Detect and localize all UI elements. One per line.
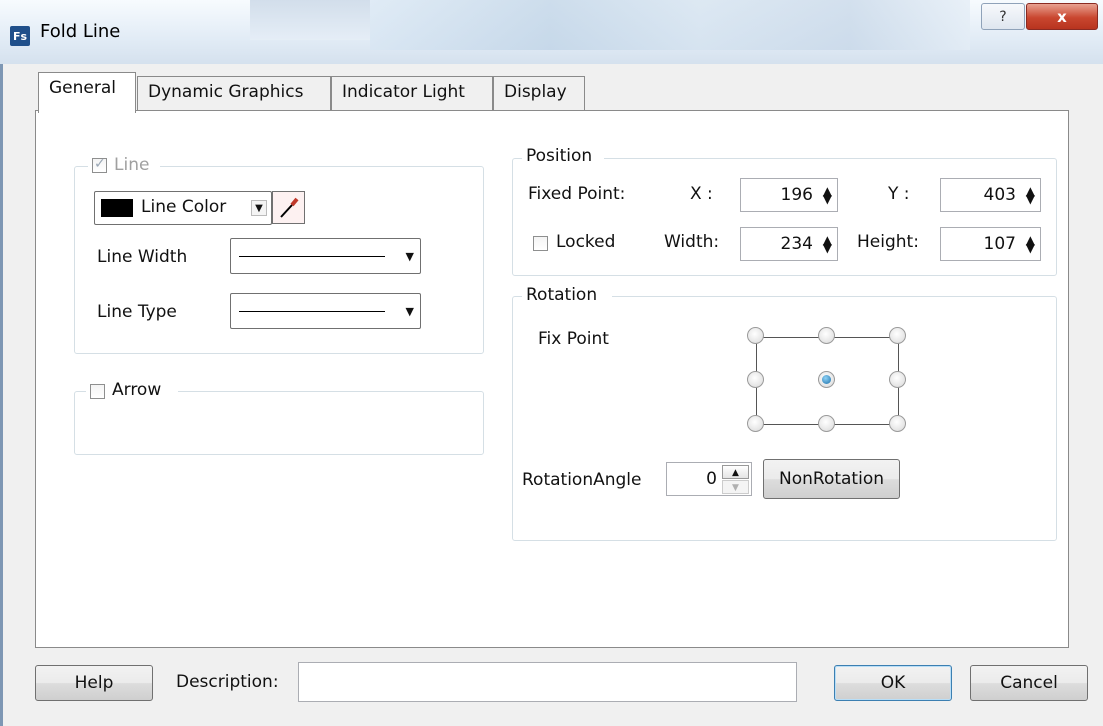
eyedropper-button[interactable] xyxy=(272,191,305,224)
close-button[interactable]: x xyxy=(1026,3,1098,30)
y-label: Y : xyxy=(888,184,910,204)
arrow-label: Arrow xyxy=(112,380,162,400)
chevron-down-icon: ▼ xyxy=(251,200,267,216)
spin-arrows-icon[interactable]: ▲ ▼ xyxy=(823,185,832,205)
rotation-angle-value: 0 xyxy=(706,469,717,489)
spin-arrows-icon[interactable]: ▲ ▼ xyxy=(1026,234,1035,254)
title-bar xyxy=(0,0,1103,64)
line-color-dropdown[interactable]: Line Color ▼ xyxy=(94,191,272,225)
line-width-preview xyxy=(239,256,385,257)
x-value: 196 xyxy=(780,185,813,205)
chevron-down-icon: ▼ xyxy=(405,250,414,263)
line-enabled-checkbox[interactable] xyxy=(92,156,107,173)
tab-display[interactable]: Display xyxy=(493,76,585,110)
position-group-title: Position xyxy=(522,146,604,168)
fix-point-top-right[interactable] xyxy=(889,327,906,344)
rotation-angle-label: RotationAngle xyxy=(522,470,642,490)
spin-arrows-icon[interactable]: ▲ ▼ xyxy=(823,234,832,254)
fix-point-bottom-center[interactable] xyxy=(818,415,835,432)
line-color-label: Line Color xyxy=(141,197,227,217)
width-label: Width: xyxy=(664,232,720,252)
question-icon: ? xyxy=(999,8,1007,25)
spin-up-icon[interactable]: ▲ xyxy=(722,465,749,479)
fix-point-middle-left[interactable] xyxy=(747,371,764,388)
fix-point-middle-right[interactable] xyxy=(889,371,906,388)
background-blur xyxy=(250,0,370,40)
line-width-dropdown[interactable]: ▼ xyxy=(230,238,421,274)
background-blur xyxy=(370,0,970,50)
line-type-dropdown[interactable]: ▼ xyxy=(230,293,421,329)
width-value: 234 xyxy=(780,234,813,254)
height-label: Height: xyxy=(857,232,919,252)
line-color-swatch xyxy=(101,199,133,217)
fixed-point-label: Fixed Point: xyxy=(528,184,626,204)
arrow-checkbox[interactable] xyxy=(90,384,105,399)
locked-checkbox[interactable] xyxy=(533,236,548,251)
width-spinbox[interactable]: 234 ▲ ▼ xyxy=(740,227,838,261)
close-icon: x xyxy=(1057,7,1067,26)
cancel-button[interactable]: Cancel xyxy=(970,665,1088,701)
tab-general[interactable]: General xyxy=(38,72,136,113)
fix-point-top-left[interactable] xyxy=(747,327,764,344)
rotation-angle-spinbox[interactable]: 0 ▲ ▼ xyxy=(666,462,752,496)
window-title: Fold Line xyxy=(40,21,121,42)
line-type-label: Line Type xyxy=(97,302,177,322)
x-label: X : xyxy=(690,184,713,204)
line-type-preview xyxy=(239,311,385,312)
help-button[interactable]: Help xyxy=(35,665,153,701)
height-spinbox[interactable]: 107 ▲ ▼ xyxy=(940,227,1041,261)
fix-point-label: Fix Point xyxy=(538,329,609,349)
description-label: Description: xyxy=(176,672,279,692)
locked-label: Locked xyxy=(556,232,616,252)
help-title-button[interactable]: ? xyxy=(981,3,1025,30)
y-value: 403 xyxy=(983,185,1016,205)
spin-down-icon[interactable]: ▼ xyxy=(722,480,749,494)
app-icon: Fs xyxy=(10,26,30,46)
non-rotation-button[interactable]: NonRotation xyxy=(763,459,900,499)
fix-point-bottom-right[interactable] xyxy=(889,415,906,432)
chevron-down-icon: ▼ xyxy=(405,305,414,318)
fix-point-top-center[interactable] xyxy=(818,327,835,344)
spin-arrows-icon[interactable]: ▲ ▼ xyxy=(1026,185,1035,205)
fix-point-center[interactable] xyxy=(818,371,835,388)
description-input[interactable] xyxy=(298,662,797,702)
eyedropper-icon xyxy=(280,197,299,218)
x-spinbox[interactable]: 196 ▲ ▼ xyxy=(740,178,838,212)
fix-point-bottom-left[interactable] xyxy=(747,415,764,432)
line-group-label: Line xyxy=(114,155,150,175)
rotation-group-title: Rotation xyxy=(522,285,612,307)
ok-button[interactable]: OK xyxy=(834,665,952,701)
y-spinbox[interactable]: 403 ▲ ▼ xyxy=(940,178,1041,212)
tab-dynamic-graphics[interactable]: Dynamic Graphics xyxy=(137,76,331,110)
tab-indicator-light[interactable]: Indicator Light xyxy=(331,76,493,110)
line-width-label: Line Width xyxy=(97,247,188,267)
height-value: 107 xyxy=(983,234,1016,254)
